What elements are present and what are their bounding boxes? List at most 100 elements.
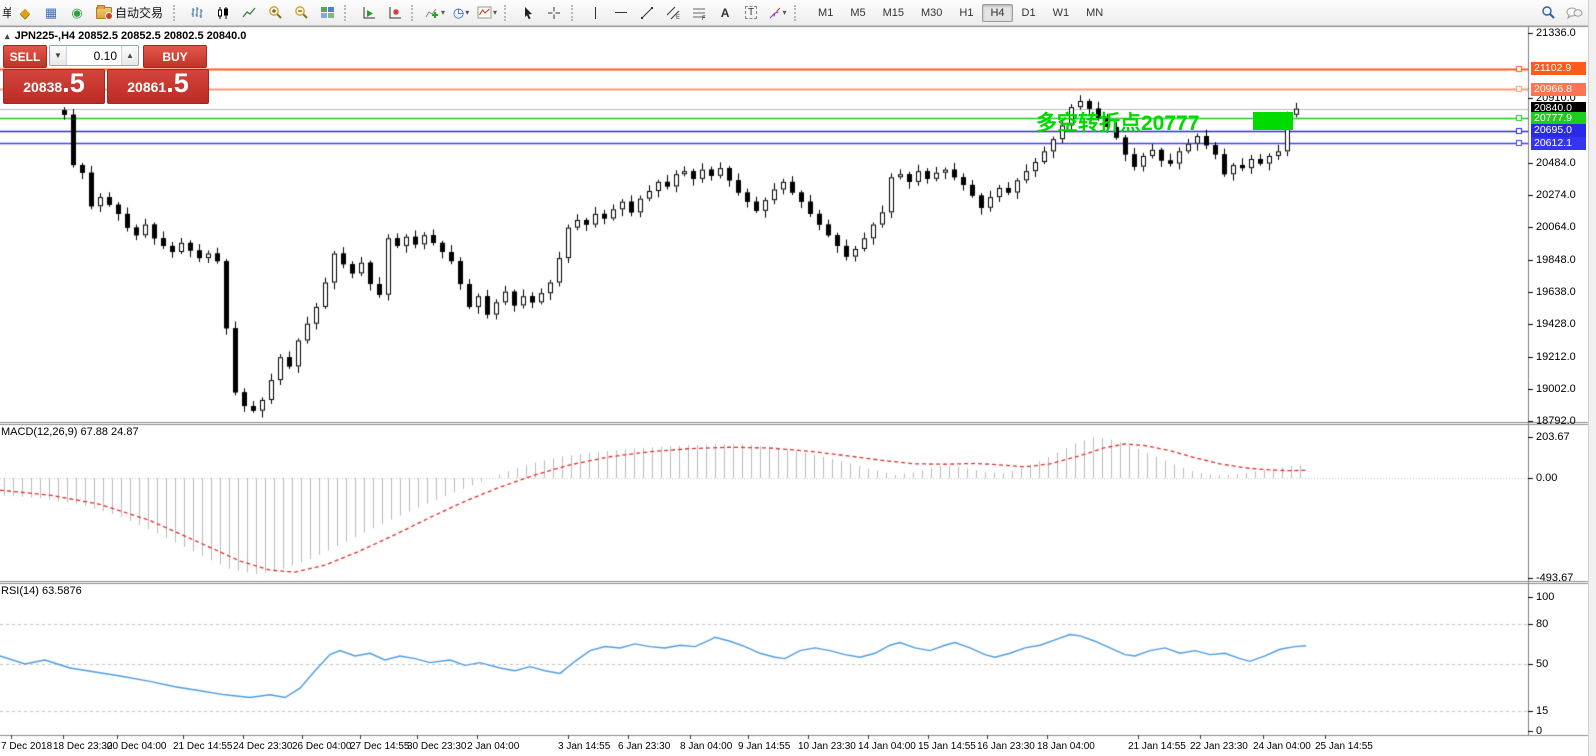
- price-tick-label: 18792.0: [1536, 415, 1576, 427]
- volume-input[interactable]: 0.10: [67, 46, 121, 65]
- rsi-tick-label: 50: [1536, 658, 1549, 670]
- tab-timeframe-mn[interactable]: MN: [1078, 4, 1111, 22]
- time-tick-label: 22 Jan 23:30: [1190, 741, 1248, 752]
- tab-timeframe-d1[interactable]: D1: [1014, 4, 1044, 22]
- periods-icon[interactable]: ◷ ▾: [449, 2, 473, 24]
- price-tick-label: 19428.0: [1536, 318, 1576, 330]
- rsi-tick-label: 0: [1536, 725, 1543, 737]
- tab-timeframe-h4[interactable]: H4: [982, 3, 1013, 22]
- time-tick-label: 7 Dec 2018: [1, 741, 53, 752]
- sell-button[interactable]: SELL: [3, 45, 47, 68]
- time-tick-label: 10 Jan 23:30: [798, 741, 856, 752]
- main-toolbar: 单 ◆ ▦ ◉ 自动交易 ▾ ◷ ▾ ▾ E F A T ▾ M1 M5 M15…: [0, 0, 1588, 26]
- ask-price-main: 20861: [127, 79, 167, 95]
- cursor-icon[interactable]: [516, 2, 540, 24]
- vertical-line-tool-icon[interactable]: [583, 2, 607, 24]
- time-tick-label: 18 Dec 23:30: [53, 741, 113, 752]
- svg-text:F: F: [702, 16, 706, 20]
- time-tick-label: 27 Dec 14:55: [350, 741, 410, 752]
- time-tick-label: 18 Jan 04:00: [1037, 741, 1095, 752]
- auto-scroll-icon[interactable]: [356, 2, 380, 24]
- mt4-terminal: { "toolbar": { "cut_button_label": "单", …: [0, 0, 1596, 756]
- time-tick-label: 26 Dec 04:00: [292, 741, 352, 752]
- price-tick-label: 20064.0: [1536, 221, 1576, 233]
- time-tick-label: 6 Jan 23:30: [618, 741, 671, 752]
- bid-price-tile[interactable]: 20838 .5: [3, 69, 105, 104]
- time-tick-label: 24 Jan 04:00: [1253, 741, 1311, 752]
- crosshair-icon[interactable]: [542, 2, 566, 24]
- autotrading-folder-icon: [96, 4, 113, 20]
- time-tick-label: 8 Jan 04:00: [680, 741, 733, 752]
- bid-price-main: 20838: [23, 79, 63, 95]
- rsi-tick-label: 80: [1536, 617, 1549, 630]
- timeframe-group: M1 M5 M15 M30 H1 H4 D1 W1 MN: [810, 3, 1111, 22]
- time-tick-label: 21 Dec 14:55: [173, 741, 233, 752]
- autotrading-button[interactable]: 自动交易: [91, 2, 168, 24]
- horizontal-line-tool-icon[interactable]: [609, 2, 633, 24]
- time-tick-label: 25 Jan 14:55: [1315, 741, 1373, 752]
- svg-text:E: E: [676, 15, 680, 20]
- line-chart-icon[interactable]: [237, 2, 261, 24]
- tab-timeframe-m15[interactable]: M15: [875, 4, 912, 22]
- search-icon[interactable]: [1536, 2, 1560, 24]
- candlestick-chart-icon[interactable]: [211, 2, 235, 24]
- time-tick-label: 16 Jan 23:30: [977, 741, 1035, 752]
- ask-price-tile[interactable]: 20861 .5: [107, 69, 209, 104]
- time-tick-label: 3 Jan 14:55: [558, 741, 611, 752]
- price-tick-label: 21336.0: [1536, 27, 1576, 39]
- chart-canvas[interactable]: [0, 0, 1596, 756]
- price-tick-label: 19848.0: [1536, 253, 1576, 266]
- new-order-button[interactable]: 单: [2, 4, 11, 21]
- volume-increase-button[interactable]: ▲: [121, 46, 138, 65]
- tab-timeframe-m30[interactable]: M30: [913, 4, 950, 22]
- rsi-tick-label: 15: [1536, 704, 1549, 717]
- macd-tick-label: 203.67: [1536, 430, 1570, 443]
- bid-price-pips: .5: [62, 68, 85, 98]
- chart-shift-icon[interactable]: [382, 2, 406, 24]
- macd-label: MACD(12,26,9) 67.88 24.87: [1, 426, 139, 438]
- equidistant-channel-tool-icon[interactable]: E: [661, 2, 685, 24]
- new-order-icon[interactable]: ◆: [13, 2, 37, 24]
- text-label-tool-icon[interactable]: T: [739, 2, 763, 24]
- signal-icon[interactable]: ◉: [65, 2, 89, 24]
- ask-price-pips: .5: [166, 68, 189, 98]
- tab-timeframe-w1[interactable]: W1: [1045, 4, 1078, 22]
- text-tool-icon[interactable]: A: [713, 2, 737, 24]
- bar-chart-icon[interactable]: [185, 2, 209, 24]
- macd-tick-label: -493.67: [1536, 571, 1574, 584]
- price-tick-label: 19212.0: [1536, 350, 1576, 363]
- time-tick-label: 2 Jan 04:00: [467, 741, 520, 752]
- chart-marker-icon: ▴: [5, 31, 10, 41]
- indicators-icon[interactable]: ▾: [423, 2, 447, 24]
- price-level-badge: 20966.8: [1531, 82, 1586, 96]
- templates-icon[interactable]: ▾: [475, 2, 499, 24]
- rsi-tick-label: 100: [1536, 591, 1555, 603]
- tile-windows-icon[interactable]: [315, 2, 339, 24]
- volume-decrease-button[interactable]: ▼: [50, 46, 67, 65]
- arrows-tool-icon[interactable]: ▾: [765, 2, 789, 24]
- price-tick-label: 20484.0: [1536, 156, 1576, 169]
- time-tick-label: 20 Dec 04:00: [107, 741, 167, 752]
- buy-button[interactable]: BUY: [143, 45, 207, 68]
- trendline-tool-icon[interactable]: [635, 2, 659, 24]
- time-tick-label: 21 Jan 14:55: [1128, 741, 1186, 752]
- price-tick-label: 19002.0: [1536, 382, 1576, 395]
- macd-tick-label: 0.00: [1536, 472, 1558, 484]
- window-edge: [1588, 0, 1596, 756]
- price-level-badge: 21102.9: [1531, 62, 1586, 76]
- zoom-out-icon[interactable]: [289, 2, 313, 24]
- chart-title: ▴ JPN225-,H4 20852.5 20852.5 20802.5 208…: [5, 30, 246, 42]
- tab-timeframe-m1[interactable]: M1: [810, 4, 841, 22]
- price-tick-label: 20274.0: [1536, 188, 1576, 201]
- highlight-rectangle[interactable]: [1253, 112, 1293, 130]
- zoom-in-icon[interactable]: [263, 2, 287, 24]
- chat-icon[interactable]: [1562, 2, 1586, 24]
- tab-timeframe-m5[interactable]: M5: [842, 4, 873, 22]
- time-tick-label: 30 Dec 23:30: [407, 741, 467, 752]
- fibonacci-tool-icon[interactable]: F: [687, 2, 711, 24]
- market-watch-icon[interactable]: ▦: [39, 2, 63, 24]
- tab-timeframe-h1[interactable]: H1: [951, 4, 981, 22]
- chart-annotation-text[interactable]: 多空转折点20777: [1036, 107, 1199, 137]
- volume-stepper: ▼ 0.10 ▲: [49, 45, 139, 66]
- time-tick-label: 14 Jan 04:00: [858, 741, 916, 752]
